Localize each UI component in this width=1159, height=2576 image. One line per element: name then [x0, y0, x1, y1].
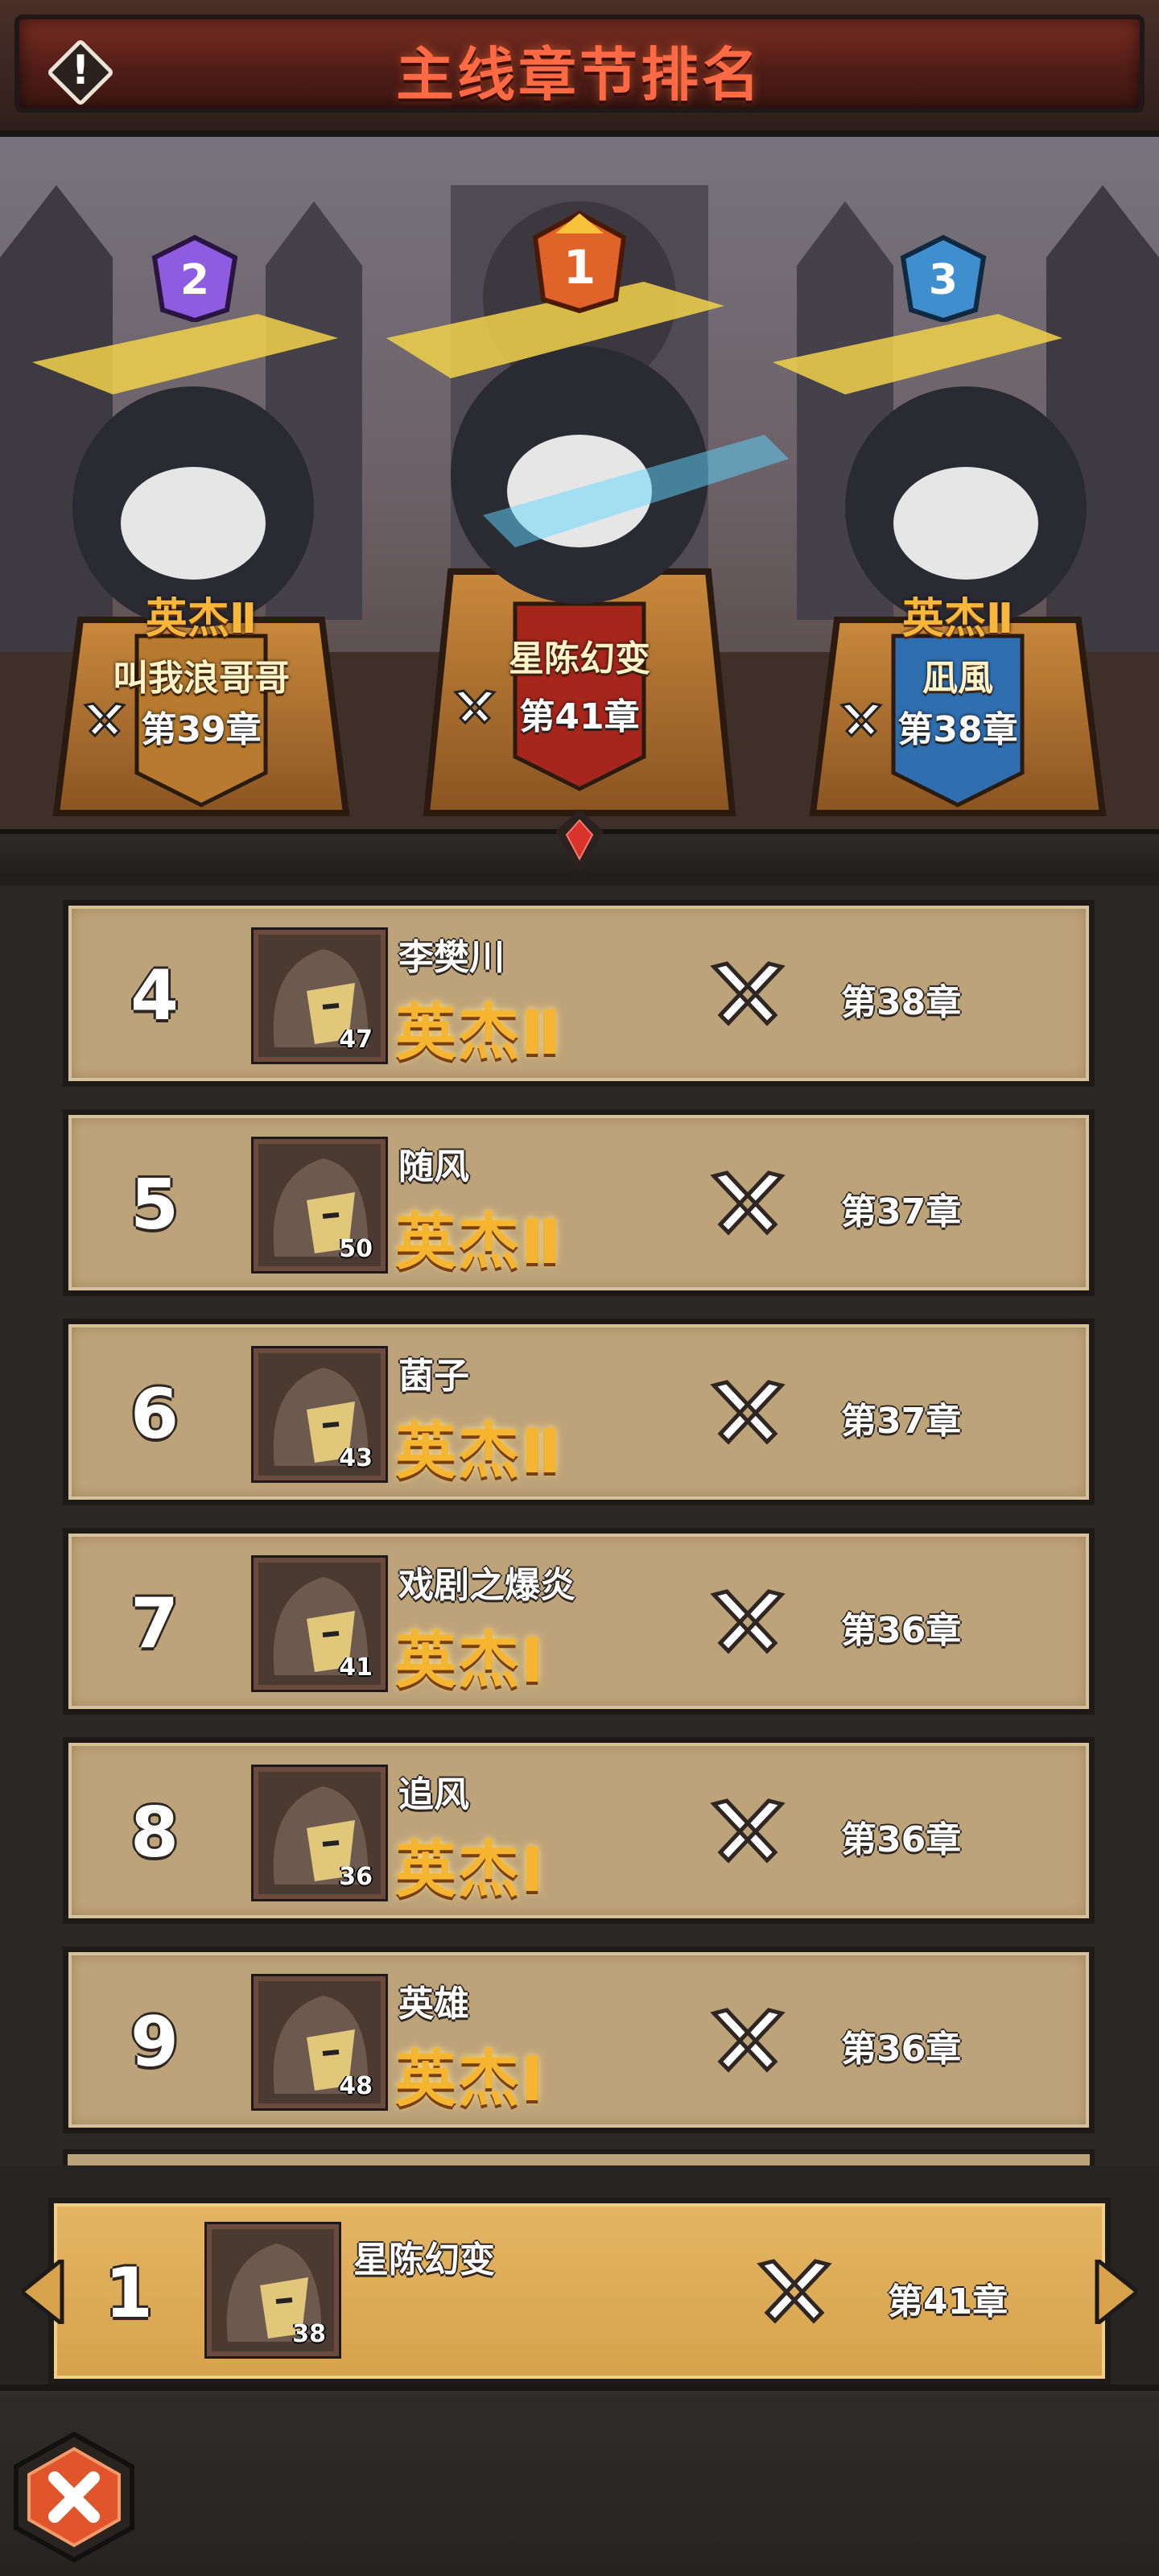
- crossed-swords-icon: [710, 1798, 786, 1864]
- player-name: 英雄: [398, 1984, 469, 2025]
- honor-title: 英杰Ⅰ: [395, 2043, 546, 2115]
- player-name: 随风: [398, 1146, 469, 1187]
- rank-number: 6: [130, 1374, 179, 1455]
- crossed-swords-icon: [453, 689, 497, 725]
- rank-1-badge: 1: [532, 210, 627, 314]
- chapter-progress: 第37章: [841, 1191, 962, 1232]
- chapter-progress: 第36章: [841, 1819, 962, 1860]
- rank-3-badge-number: 3: [929, 256, 958, 304]
- player-level: 47: [339, 1026, 373, 1054]
- my-chapter-progress: 第41章: [888, 2281, 1008, 2322]
- header: ! 主线章节排名: [0, 0, 1159, 137]
- crossed-swords-icon: [83, 702, 126, 738]
- chapter-progress: 第38章: [841, 982, 962, 1023]
- rank-row[interactable]: 5 50 随风 英杰Ⅱ 第37章: [63, 1109, 1095, 1296]
- podium-3-name[interactable]: 凪風: [837, 649, 1079, 700]
- podium-2-chapter-row: 第39章: [80, 700, 322, 752]
- rank-number: 4: [130, 956, 179, 1036]
- honor-title: 英杰Ⅱ: [395, 1415, 563, 1487]
- player-name: 李樊川: [398, 937, 505, 978]
- rank-number: 7: [130, 1583, 179, 1664]
- honor-title: 英杰Ⅱ: [395, 1206, 563, 1278]
- avatar[interactable]: 48: [254, 1976, 386, 2108]
- crossed-swords-icon: [839, 702, 883, 738]
- player-level: 43: [339, 1444, 373, 1472]
- page-title: 主线章节排名: [395, 41, 763, 109]
- player-name: 戏剧之爆炎: [398, 1565, 575, 1606]
- podium-3-chapter-row: 第38章: [837, 700, 1079, 752]
- my-rank-bar[interactable]: 1 38 星陈幻变 第41章: [22, 2198, 1137, 2384]
- crossed-swords-icon: [710, 1589, 786, 1654]
- ruby-gem-icon: [555, 809, 604, 873]
- avatar[interactable]: 43: [254, 1348, 386, 1480]
- podium-3-honor: 英杰Ⅱ: [901, 595, 1014, 643]
- podium-1-chapter: 第41章: [519, 696, 640, 737]
- rank-2-badge: 2: [151, 234, 238, 322]
- my-name: 星陈幻变: [353, 2240, 495, 2281]
- podium-scene: 2 1 3 英杰Ⅱ 叫我浪哥哥 第39章 星陈幻变 第41章 英杰Ⅱ 凪風 第3…: [0, 137, 1159, 881]
- podium-2-chapter: 第39章: [141, 709, 262, 750]
- close-button[interactable]: [6, 2429, 142, 2565]
- player-level: 50: [339, 1235, 373, 1263]
- rank-row[interactable]: 7 41 戏剧之爆炎 英杰Ⅰ 第36章: [63, 1528, 1095, 1715]
- rank-row[interactable]: 6 43 菌子 英杰Ⅱ 第37章: [63, 1319, 1095, 1505]
- player-level: 41: [339, 1653, 373, 1682]
- player-name: 菌子: [398, 1356, 469, 1397]
- crossed-swords-icon: [757, 2259, 832, 2324]
- honor-title: 英杰Ⅰ: [395, 1624, 546, 1696]
- rank-2-badge-number: 2: [180, 256, 209, 304]
- podium-2-name[interactable]: 叫我浪哥哥: [64, 649, 338, 700]
- podium-2-honor: 英杰Ⅱ: [145, 595, 258, 643]
- player-level: 48: [339, 2072, 373, 2100]
- rank-row-partial[interactable]: [63, 2149, 1095, 2165]
- crossed-swords-icon: [710, 1170, 786, 1236]
- chapter-progress: 第37章: [841, 1401, 962, 1442]
- my-level: 38: [292, 2320, 326, 2348]
- my-rank-number: 1: [105, 2253, 153, 2334]
- player-name: 追风: [398, 1774, 469, 1815]
- avatar[interactable]: 47: [254, 930, 386, 1062]
- podium-1-name[interactable]: 星陈幻变: [451, 630, 708, 681]
- my-avatar[interactable]: 38: [207, 2224, 339, 2356]
- avatar[interactable]: 50: [254, 1139, 386, 1271]
- rank-number: 5: [130, 1165, 179, 1245]
- avatar[interactable]: 41: [254, 1558, 386, 1690]
- player-level: 36: [339, 1863, 373, 1891]
- right-arrow-icon: [1095, 2260, 1137, 2324]
- rank-row[interactable]: 8 36 追风 英杰Ⅰ 第36章: [63, 1737, 1095, 1924]
- footer: [0, 2384, 1159, 2576]
- rank-row[interactable]: 4 47 李樊川 英杰Ⅱ 第38章: [63, 900, 1095, 1087]
- podium-1-chapter-row: 第41章: [451, 687, 708, 739]
- avatar[interactable]: 36: [254, 1767, 386, 1899]
- podium-3-chapter: 第38章: [897, 709, 1018, 750]
- chapter-progress: 第36章: [841, 2029, 962, 2070]
- rank-row[interactable]: 9 48 英雄 英杰Ⅰ 第36章: [63, 1946, 1095, 2133]
- rank-number: 8: [130, 1793, 179, 1873]
- honor-title: 英杰Ⅰ: [395, 1834, 546, 1905]
- crossed-swords-icon: [710, 1380, 786, 1445]
- rank-3-badge: 3: [900, 234, 987, 322]
- crossed-swords-icon: [710, 961, 786, 1026]
- crossed-swords-icon: [710, 2008, 786, 2073]
- honor-title: 英杰Ⅱ: [395, 997, 563, 1068]
- chapter-progress: 第36章: [841, 1610, 962, 1651]
- rank-number: 9: [130, 2002, 179, 2083]
- rank-1-badge-number: 1: [563, 240, 596, 295]
- left-arrow-icon: [22, 2260, 64, 2324]
